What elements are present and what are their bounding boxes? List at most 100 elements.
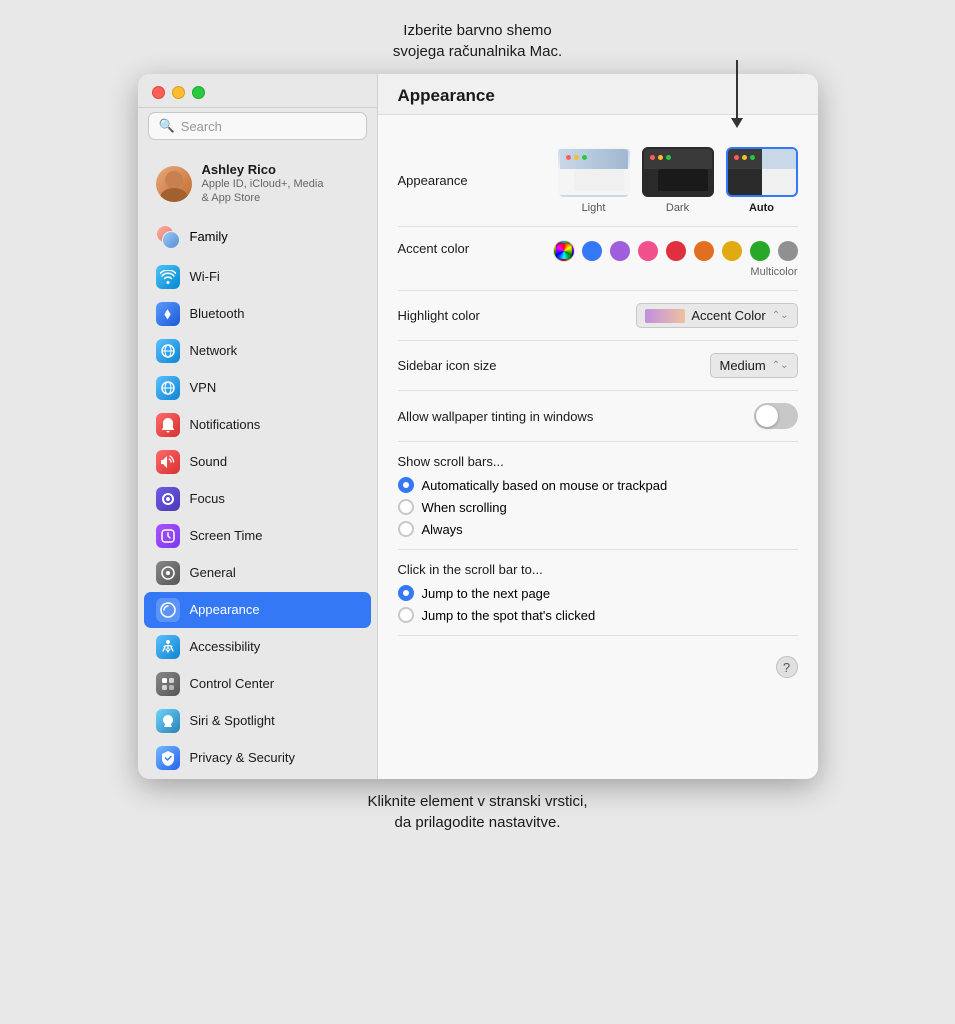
sidebar-list: Wi-Fi ⬧ Bluetooth bbox=[138, 256, 377, 779]
maximize-button[interactable] bbox=[192, 86, 205, 99]
accent-purple[interactable] bbox=[610, 241, 630, 261]
macos-window: 🔍 Search Ashley Rico Apple ID, iCloud+, … bbox=[138, 74, 818, 779]
highlight-preview bbox=[645, 309, 685, 323]
settings-content: Appearance Light Dark bbox=[378, 115, 818, 779]
highlight-color-value: Accent Color bbox=[691, 308, 765, 323]
sidebar-label-focus: Focus bbox=[190, 491, 225, 506]
appearance-thumb-dark bbox=[642, 147, 714, 197]
highlight-color-label: Highlight color bbox=[398, 308, 480, 323]
highlight-color-setting-row: Highlight color Accent Color ⌃⌄ bbox=[398, 291, 798, 341]
click-scroll-radio-group: Jump to the next page Jump to the spot t… bbox=[398, 585, 798, 623]
appearance-option-dark[interactable]: Dark bbox=[642, 147, 714, 214]
sidebar-item-privacy[interactable]: Privacy & Security bbox=[144, 740, 371, 776]
search-input[interactable]: Search bbox=[181, 119, 356, 134]
user-profile[interactable]: Ashley Rico Apple ID, iCloud+, Media& Ap… bbox=[144, 154, 371, 214]
accent-gray[interactable] bbox=[778, 241, 798, 261]
scroll-radio-auto[interactable]: Automatically based on mouse or trackpad bbox=[398, 477, 798, 493]
sidebar-icon-size-dropdown[interactable]: Medium ⌃⌄ bbox=[710, 353, 797, 378]
click-radio-next-page[interactable]: Jump to the next page bbox=[398, 585, 798, 601]
scroll-radio-auto-label: Automatically based on mouse or trackpad bbox=[422, 478, 668, 493]
annotation-bottom: Kliknite element v stranski vrstici, da … bbox=[138, 791, 818, 833]
click-scroll-label: Click in the scroll bar to... bbox=[398, 562, 798, 577]
window: 🔍 Search Ashley Rico Apple ID, iCloud+, … bbox=[138, 74, 818, 779]
sidebar-item-appearance[interactable]: Appearance bbox=[144, 592, 371, 628]
click-radio-spot[interactable]: Jump to the spot that's clicked bbox=[398, 607, 798, 623]
close-button[interactable] bbox=[152, 86, 165, 99]
avatar bbox=[156, 166, 192, 202]
sidebar-item-focus[interactable]: Focus bbox=[144, 481, 371, 517]
sidebar-label-privacy: Privacy & Security bbox=[190, 750, 295, 765]
chevron-up-down-icon2: ⌃⌄ bbox=[772, 360, 789, 371]
radio-spot-circle bbox=[398, 607, 414, 623]
sidebar-label-general: General bbox=[190, 565, 236, 580]
appearance-thumb-light bbox=[558, 147, 630, 197]
accent-blue[interactable] bbox=[582, 241, 602, 261]
minimize-button[interactable] bbox=[172, 86, 185, 99]
accessibility-icon bbox=[156, 635, 180, 659]
accent-green[interactable] bbox=[750, 241, 770, 261]
appearance-label-auto: Auto bbox=[749, 202, 774, 214]
appearance-option-auto[interactable]: Auto bbox=[726, 147, 798, 214]
focus-icon bbox=[156, 487, 180, 511]
accent-orange[interactable] bbox=[694, 241, 714, 261]
general-icon bbox=[156, 561, 180, 585]
search-box[interactable]: 🔍 Search bbox=[148, 112, 367, 140]
accent-multicolor[interactable] bbox=[554, 241, 574, 261]
sidebar-label-network: Network bbox=[190, 343, 238, 358]
wallpaper-tinting-row: Allow wallpaper tinting in windows bbox=[398, 391, 798, 442]
annotation-bottom-line1: Kliknite element v stranski vrstici, bbox=[367, 793, 587, 810]
scroll-radio-always[interactable]: Always bbox=[398, 521, 798, 537]
sidebar-item-general[interactable]: General bbox=[144, 555, 371, 591]
sidebar-item-vpn[interactable]: VPN bbox=[144, 370, 371, 406]
user-subtitle: Apple ID, iCloud+, Media& App Store bbox=[202, 177, 324, 206]
sidebar-label-notifications: Notifications bbox=[190, 417, 261, 432]
sidebar-item-controlcenter[interactable]: Control Center bbox=[144, 666, 371, 702]
sidebar-label-bluetooth: Bluetooth bbox=[190, 306, 245, 321]
appearance-label-dark: Dark bbox=[666, 202, 689, 214]
click-radio-spot-label: Jump to the spot that's clicked bbox=[422, 608, 596, 623]
accent-yellow[interactable] bbox=[722, 241, 742, 261]
network-icon bbox=[156, 339, 180, 363]
scroll-radio-scrolling[interactable]: When scrolling bbox=[398, 499, 798, 515]
sidebar-label-siri: Siri & Spotlight bbox=[190, 713, 275, 728]
sidebar-item-family[interactable]: Family bbox=[144, 219, 371, 255]
sound-icon bbox=[156, 450, 180, 474]
page-title: Appearance bbox=[398, 86, 798, 106]
scroll-bars-section: Show scroll bars... Automatically based … bbox=[398, 442, 798, 550]
appearance-icon bbox=[156, 598, 180, 622]
sidebar-item-wifi[interactable]: Wi-Fi bbox=[144, 259, 371, 295]
sidebar-item-sound[interactable]: Sound bbox=[144, 444, 371, 480]
appearance-setting-row: Appearance Light Dark bbox=[398, 135, 798, 227]
highlight-color-dropdown[interactable]: Accent Color ⌃⌄ bbox=[636, 303, 797, 328]
sidebar-icon-size-value: Medium bbox=[719, 358, 765, 373]
screentime-icon bbox=[156, 524, 180, 548]
notifications-icon bbox=[156, 413, 180, 437]
sidebar-label-family: Family bbox=[190, 229, 228, 244]
accent-color-label: Accent color bbox=[398, 241, 470, 256]
main-titlebar: Appearance bbox=[378, 74, 818, 115]
scroll-radio-always-label: Always bbox=[422, 522, 463, 537]
appearance-option-light[interactable]: Light bbox=[558, 147, 630, 214]
sidebar-label-sound: Sound bbox=[190, 454, 228, 469]
annotation-bottom-line2: da prilagodite nastavitve. bbox=[395, 814, 561, 831]
annotation-top-text: Izberite barvno shemo svojega računalnik… bbox=[393, 22, 562, 60]
accent-colors: Multicolor bbox=[554, 241, 798, 278]
sidebar-label-vpn: VPN bbox=[190, 380, 217, 395]
accent-sublabel: Multicolor bbox=[750, 266, 797, 278]
wallpaper-tinting-toggle[interactable] bbox=[754, 403, 798, 429]
accent-color-setting-row: Accent color Mul bbox=[398, 227, 798, 291]
accent-pink[interactable] bbox=[638, 241, 658, 261]
sidebar-item-network[interactable]: Network bbox=[144, 333, 371, 369]
family-icon bbox=[156, 225, 180, 249]
sidebar-item-siri[interactable]: Siri & Spotlight bbox=[144, 703, 371, 739]
sidebar-item-bluetooth[interactable]: ⬧ Bluetooth bbox=[144, 296, 371, 332]
appearance-thumb-auto bbox=[726, 147, 798, 197]
sidebar-item-screentime[interactable]: Screen Time bbox=[144, 518, 371, 554]
accent-color-row bbox=[554, 241, 798, 261]
sidebar-item-notifications[interactable]: Notifications bbox=[144, 407, 371, 443]
scroll-bars-label: Show scroll bars... bbox=[398, 454, 798, 469]
accent-red[interactable] bbox=[666, 241, 686, 261]
help-button[interactable]: ? bbox=[776, 656, 798, 678]
sidebar-item-accessibility[interactable]: Accessibility bbox=[144, 629, 371, 665]
chevron-up-down-icon: ⌃⌄ bbox=[772, 310, 789, 321]
